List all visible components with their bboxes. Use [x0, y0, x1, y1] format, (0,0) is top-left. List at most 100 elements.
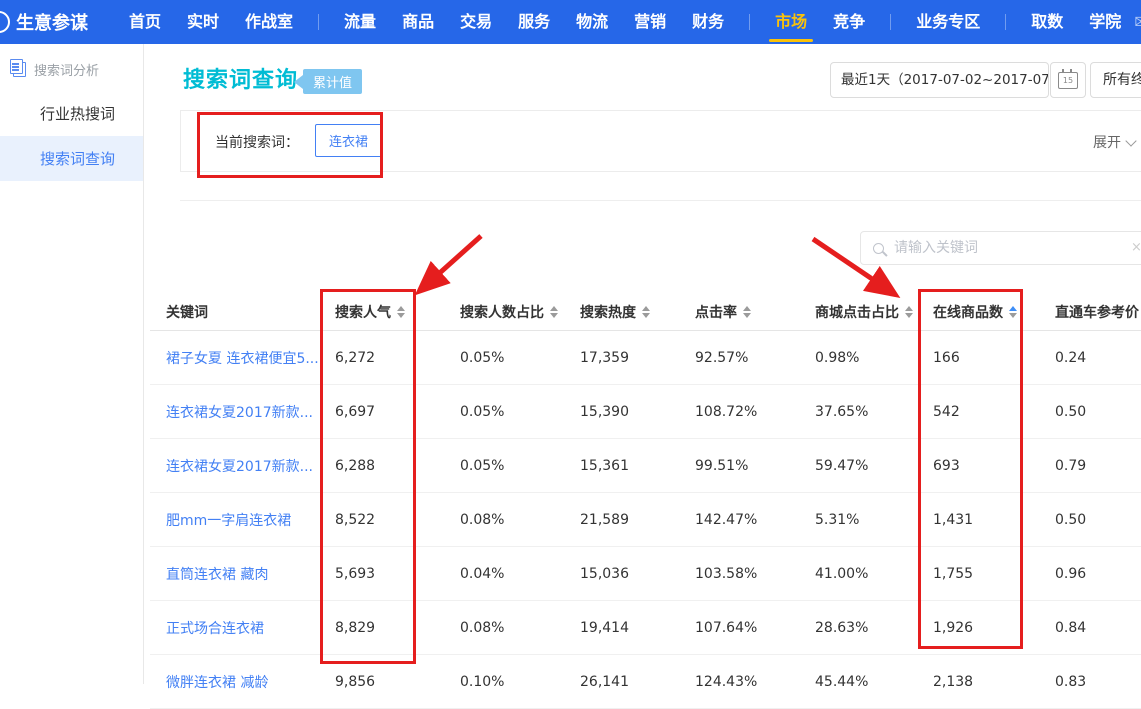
- column-header[interactable]: 在线商品数: [928, 302, 1050, 322]
- page-title: 搜索词查询: [183, 62, 298, 94]
- column-header-label: 搜索人数占比: [460, 302, 544, 322]
- nav-item[interactable]: 竞争: [833, 0, 865, 44]
- cell: 28.63%: [810, 620, 928, 636]
- column-header[interactable]: 搜索人气: [330, 302, 455, 322]
- cell: 21,589: [575, 512, 690, 528]
- keyword-link[interactable]: 正式场合连衣裙: [150, 618, 330, 638]
- mail-icon[interactable]: ✉: [1134, 12, 1141, 33]
- nav-divider: [318, 14, 319, 30]
- nav-groups: 首页实时作战室 流量商品交易服务物流营销财务 市场竞争 业务专区 取数学院: [116, 0, 1134, 44]
- cell: 0.50: [1050, 512, 1141, 528]
- cumulative-badge: 累计值: [294, 69, 362, 94]
- cell: 45.44%: [810, 674, 928, 690]
- nav-item[interactable]: 作战室: [245, 0, 293, 44]
- column-header[interactable]: 直通车参考价: [1050, 302, 1141, 322]
- nav-item[interactable]: 取数: [1031, 0, 1063, 44]
- column-header-label: 在线商品数: [933, 302, 1003, 322]
- cell: 0.24: [1050, 350, 1141, 366]
- sort-icon[interactable]: [550, 306, 558, 318]
- sort-icon[interactable]: [743, 306, 751, 318]
- search-input[interactable]: [892, 239, 1126, 257]
- cell: 107.64%: [690, 620, 810, 636]
- keyword-link[interactable]: 肥mm一字肩连衣裙: [150, 510, 330, 530]
- cell: 59.47%: [810, 458, 928, 474]
- keyword-link[interactable]: 裙子女夏 连衣裙便宜5...: [150, 348, 330, 368]
- sort-icon[interactable]: [905, 306, 913, 318]
- cell: 6,272: [330, 350, 455, 366]
- nav-item[interactable]: 流量: [344, 0, 376, 44]
- sort-icon[interactable]: [642, 306, 650, 318]
- nav-item[interactable]: 财务: [692, 0, 724, 44]
- search-terms-table: 关键词 搜索人气搜索人数占比 搜索热度点击率商城点击占比在线商品数 直通车参考价 裙子…: [150, 293, 1141, 709]
- cell: 0.50: [1050, 404, 1141, 420]
- cell: 1,926: [928, 620, 1050, 636]
- cell: 124.43%: [690, 674, 810, 690]
- cell: 6,288: [330, 458, 455, 474]
- cell: 17,359: [575, 350, 690, 366]
- sidebar: 搜索词分析 行业热搜词搜索词查询: [0, 44, 144, 684]
- sort-icon[interactable]: [397, 306, 405, 318]
- sidebar-items: 行业热搜词搜索词查询: [0, 91, 143, 181]
- nav-item[interactable]: 服务: [518, 0, 550, 44]
- nav-item[interactable]: 交易: [460, 0, 492, 44]
- chevron-down-icon: [1125, 135, 1136, 146]
- search-icon: [873, 243, 884, 254]
- column-header-label: 直通车参考价: [1055, 302, 1139, 322]
- nav-item[interactable]: 市场: [775, 0, 807, 44]
- section-divider: [180, 200, 1141, 201]
- cell: 0.08%: [455, 512, 575, 528]
- cell: 693: [928, 458, 1050, 474]
- column-header[interactable]: 商城点击占比: [810, 302, 928, 322]
- sidebar-item[interactable]: 搜索词查询: [0, 136, 143, 181]
- nav-item[interactable]: 业务专区: [916, 0, 980, 44]
- column-header[interactable]: 点击率: [690, 302, 810, 322]
- cell: 8,522: [330, 512, 455, 528]
- nav-item[interactable]: 营销: [634, 0, 666, 44]
- brand-logo-icon: [0, 10, 10, 34]
- terminal-selector[interactable]: 所有终端: [1090, 62, 1141, 98]
- keyword-link[interactable]: 连衣裙女夏2017新款...: [150, 456, 330, 476]
- cell: 0.84: [1050, 620, 1141, 636]
- filter-card: 当前搜索词： 连衣裙 展开: [180, 110, 1141, 172]
- table-row: 裙子女夏 连衣裙便宜5...6,2720.05%17,35992.57%0.98…: [150, 331, 1141, 385]
- clear-icon[interactable]: ×: [1131, 240, 1141, 255]
- calendar-button[interactable]: 15: [1050, 62, 1086, 98]
- main-content: 搜索词查询 累计值 最近1天（2017-07-02~2017-07-02） 15…: [144, 44, 1141, 684]
- keyword-link[interactable]: 连衣裙女夏2017新款...: [150, 402, 330, 422]
- cell: 1,431: [928, 512, 1050, 528]
- current-keyword-label: 当前搜索词：: [215, 132, 299, 152]
- keyword-search-box: ×: [860, 231, 1141, 265]
- table-row: 直筒连衣裙 藏肉5,6930.04%15,036103.58%41.00%1,7…: [150, 547, 1141, 601]
- cell: 103.58%: [690, 566, 810, 582]
- nav-item[interactable]: 首页: [129, 0, 161, 44]
- date-range-selector[interactable]: 最近1天（2017-07-02~2017-07-02）: [830, 62, 1049, 98]
- table-row: 肥mm一字肩连衣裙8,5220.08%21,589142.47%5.31%1,4…: [150, 493, 1141, 547]
- cell: 99.51%: [690, 458, 810, 474]
- cell: 1,755: [928, 566, 1050, 582]
- cell: 108.72%: [690, 404, 810, 420]
- brand-name: 生意参谋: [16, 9, 88, 35]
- calendar-icon: 15: [1058, 72, 1078, 89]
- column-header[interactable]: 搜索人数占比: [455, 302, 575, 322]
- cell: 6,697: [330, 404, 455, 420]
- cell: 37.65%: [810, 404, 928, 420]
- nav-item[interactable]: 物流: [576, 0, 608, 44]
- sort-icon[interactable]: [1009, 306, 1017, 318]
- cell: 0.05%: [455, 404, 575, 420]
- brand[interactable]: 生意参谋: [0, 9, 88, 35]
- nav-item[interactable]: 实时: [187, 0, 219, 44]
- keyword-link[interactable]: 直筒连衣裙 藏肉: [150, 564, 330, 584]
- column-header[interactable]: 搜索热度: [575, 302, 690, 322]
- cell: 0.79: [1050, 458, 1141, 474]
- table-row: 连衣裙女夏2017新款...6,2880.05%15,36199.51%59.4…: [150, 439, 1141, 493]
- expand-toggle[interactable]: 展开: [1093, 132, 1135, 152]
- sidebar-item[interactable]: 行业热搜词: [0, 91, 143, 136]
- nav-item[interactable]: 学院: [1089, 0, 1121, 44]
- current-keyword-chip[interactable]: 连衣裙: [315, 124, 382, 157]
- nav-item[interactable]: 商品: [402, 0, 434, 44]
- cell: 166: [928, 350, 1050, 366]
- cell: 0.83: [1050, 674, 1141, 690]
- keyword-link[interactable]: 微胖连衣裙 减龄: [150, 672, 330, 692]
- cell: 15,390: [575, 404, 690, 420]
- column-header-label: 关键词: [166, 302, 208, 322]
